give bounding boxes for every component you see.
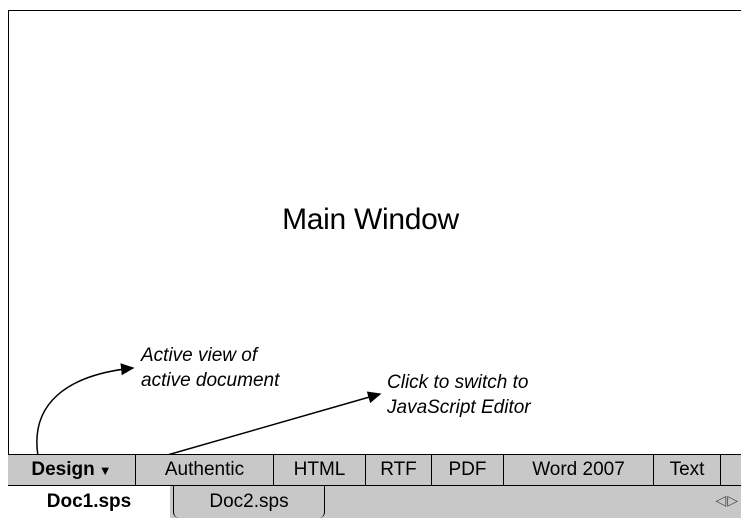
annotation-line: JavaScript Editor bbox=[387, 397, 531, 418]
annotation-active-view: Active view of active document bbox=[141, 343, 279, 393]
tab-html[interactable]: HTML bbox=[274, 455, 366, 485]
tab-design[interactable]: Design ▼ bbox=[8, 455, 136, 485]
scroll-right-icon[interactable]: ▷ bbox=[727, 492, 739, 508]
doc-tab-doc2[interactable]: Doc2.sps bbox=[173, 486, 325, 518]
dropdown-arrow-icon[interactable]: ▼ bbox=[99, 463, 112, 478]
annotation-switch-editor: Click to switch to JavaScript Editor bbox=[387, 370, 531, 420]
main-window bbox=[8, 10, 741, 518]
annotation-line: active document bbox=[141, 370, 280, 391]
main-window-title: Main Window bbox=[282, 203, 459, 236]
annotation-line: Click to switch to bbox=[387, 372, 529, 393]
tab-authentic[interactable]: Authentic bbox=[136, 455, 274, 485]
tab-label: Design bbox=[31, 459, 95, 480]
tab-word-2007[interactable]: Word 2007 bbox=[504, 455, 654, 485]
scroll-left-icon[interactable]: ◁ bbox=[715, 492, 727, 508]
document-tab-bar: Doc1.sps Doc2.sps ◁▷ bbox=[8, 486, 741, 518]
view-tab-bar: Design ▼ Authentic HTML RTF PDF Word 200… bbox=[8, 454, 741, 486]
annotation-line: Active view of bbox=[141, 345, 258, 366]
tab-text[interactable]: Text bbox=[654, 455, 721, 485]
doc-tab-doc1[interactable]: Doc1.sps bbox=[8, 486, 170, 518]
tab-pdf[interactable]: PDF bbox=[432, 455, 504, 485]
tab-rtf[interactable]: RTF bbox=[366, 455, 432, 485]
tab-scroll-controls: ◁▷ bbox=[715, 492, 739, 509]
